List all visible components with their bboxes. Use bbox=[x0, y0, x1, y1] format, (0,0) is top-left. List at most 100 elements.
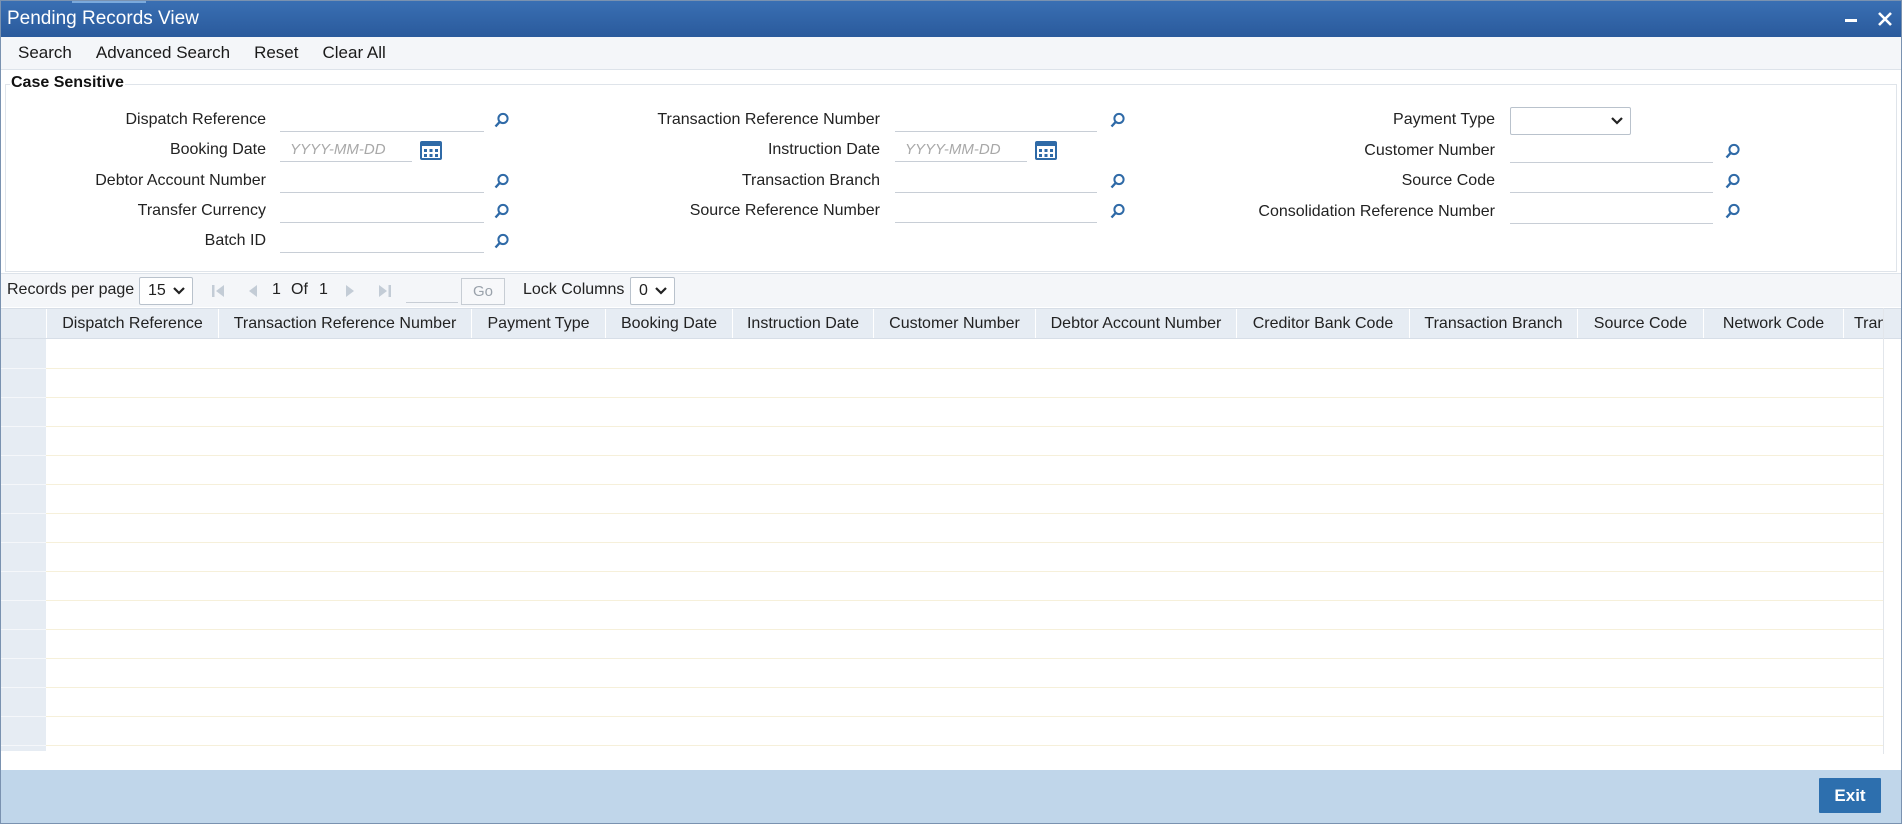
row-selector-divider bbox=[0, 600, 46, 601]
column-header[interactable]: Transaction Reference Number bbox=[219, 309, 472, 338]
lock-columns-label: Lock Columns bbox=[523, 281, 625, 298]
row-selector-divider bbox=[0, 368, 46, 369]
dispatch-reference-input[interactable] bbox=[280, 108, 484, 132]
titlebar-accent bbox=[72, 0, 146, 3]
payment-type-label: Payment Type bbox=[1393, 111, 1495, 128]
results-grid: Dispatch Reference Transaction Reference… bbox=[0, 308, 1902, 754]
transfer-currency-input[interactable] bbox=[280, 199, 484, 223]
table-row bbox=[46, 513, 1884, 514]
row-selector-divider bbox=[0, 484, 46, 485]
case-sensitive-legend: Case Sensitive bbox=[10, 74, 125, 92]
row-selector-divider bbox=[0, 397, 46, 398]
chevron-down-icon bbox=[655, 287, 667, 295]
go-button[interactable]: Go bbox=[461, 278, 505, 305]
row-selector-divider bbox=[0, 426, 46, 427]
source-code-input[interactable] bbox=[1510, 169, 1713, 193]
table-row bbox=[46, 716, 1884, 717]
records-per-page-select[interactable]: 15 bbox=[139, 277, 193, 305]
consolidation-reference-number-label: Consolidation Reference Number bbox=[1258, 203, 1495, 220]
grid-row-selector-column bbox=[0, 339, 46, 751]
table-row bbox=[46, 629, 1884, 630]
customer-number-label: Customer Number bbox=[1364, 142, 1495, 159]
reset-menu-item[interactable]: Reset bbox=[242, 43, 310, 63]
column-header[interactable]: Booking Date bbox=[606, 309, 733, 338]
transaction-branch-input[interactable] bbox=[895, 169, 1097, 193]
previous-page-icon[interactable] bbox=[244, 282, 262, 300]
customer-number-input[interactable] bbox=[1510, 139, 1713, 163]
lock-columns-value: 0 bbox=[639, 282, 648, 299]
advanced-search-menu-item[interactable]: Advanced Search bbox=[84, 43, 242, 63]
current-page-number: 1 bbox=[272, 281, 281, 298]
total-pages-number: 1 bbox=[319, 281, 328, 298]
row-selector-divider bbox=[0, 455, 46, 456]
source-code-label: Source Code bbox=[1401, 172, 1495, 189]
close-icon[interactable] bbox=[1868, 0, 1902, 37]
row-selector-divider bbox=[0, 629, 46, 630]
row-selector-divider bbox=[0, 716, 46, 717]
row-selector-divider bbox=[0, 571, 46, 572]
table-row bbox=[46, 745, 1884, 746]
debtor-account-number-input[interactable] bbox=[280, 169, 484, 193]
calendar-icon[interactable] bbox=[1034, 139, 1058, 161]
batch-id-label: Batch ID bbox=[204, 232, 266, 249]
exit-button[interactable]: Exit bbox=[1819, 778, 1881, 813]
table-row bbox=[46, 687, 1884, 688]
payment-type-select[interactable] bbox=[1510, 107, 1631, 135]
consolidation-reference-number-input[interactable] bbox=[1510, 200, 1713, 224]
dispatch-reference-label: Dispatch Reference bbox=[125, 111, 266, 128]
column-header[interactable]: Source Code bbox=[1578, 309, 1704, 338]
column-header[interactable]: Instruction Date bbox=[733, 309, 874, 338]
search-lens-icon[interactable] bbox=[493, 111, 511, 129]
first-page-icon[interactable] bbox=[209, 282, 227, 300]
search-lens-icon[interactable] bbox=[1724, 202, 1742, 220]
calendar-icon[interactable] bbox=[419, 139, 443, 161]
search-lens-icon[interactable] bbox=[1724, 142, 1742, 160]
table-row bbox=[46, 542, 1884, 543]
last-page-icon[interactable] bbox=[376, 282, 394, 300]
lock-columns-select[interactable]: 0 bbox=[630, 277, 675, 305]
table-row bbox=[46, 484, 1884, 485]
booking-date-label: Booking Date bbox=[169, 141, 266, 158]
search-lens-icon[interactable] bbox=[493, 172, 511, 190]
source-reference-number-input[interactable] bbox=[895, 199, 1097, 223]
table-row bbox=[46, 426, 1884, 427]
row-selector-divider bbox=[0, 513, 46, 514]
instruction-date-input[interactable] bbox=[895, 138, 1027, 162]
next-page-icon[interactable] bbox=[341, 282, 359, 300]
go-to-page-input[interactable] bbox=[406, 279, 458, 303]
minimize-icon[interactable] bbox=[1834, 0, 1868, 37]
column-header[interactable]: Tran bbox=[1844, 309, 1884, 338]
transaction-reference-number-input[interactable] bbox=[895, 108, 1097, 132]
search-lens-icon[interactable] bbox=[1109, 111, 1127, 129]
window-title: Pending Records View bbox=[7, 7, 199, 29]
chevron-down-icon bbox=[173, 287, 185, 295]
instruction-date-label: Instruction Date bbox=[767, 141, 880, 158]
records-per-page-label: Records per page bbox=[7, 281, 135, 298]
booking-date-input[interactable] bbox=[280, 138, 412, 162]
column-header[interactable]: Dispatch Reference bbox=[47, 309, 219, 338]
column-header[interactable]: Payment Type bbox=[472, 309, 606, 338]
search-lens-icon[interactable] bbox=[493, 232, 511, 250]
search-lens-icon[interactable] bbox=[493, 202, 511, 220]
search-lens-icon[interactable] bbox=[1724, 172, 1742, 190]
row-selector-divider bbox=[0, 745, 46, 746]
batch-id-input[interactable] bbox=[280, 229, 484, 253]
search-menu-item[interactable]: Search bbox=[6, 43, 84, 63]
column-header[interactable]: Transaction Branch bbox=[1410, 309, 1578, 338]
column-header[interactable]: Customer Number bbox=[874, 309, 1036, 338]
column-header[interactable]: Debtor Account Number bbox=[1036, 309, 1237, 338]
search-lens-icon[interactable] bbox=[1109, 202, 1127, 220]
debtor-account-number-label: Debtor Account Number bbox=[95, 172, 266, 189]
column-header[interactable]: Network Code bbox=[1704, 309, 1844, 338]
grid-header: Dispatch Reference Transaction Reference… bbox=[0, 308, 1902, 339]
grid-select-all-header[interactable] bbox=[0, 309, 47, 338]
clear-all-menu-item[interactable]: Clear All bbox=[311, 43, 398, 63]
table-row bbox=[46, 455, 1884, 456]
of-label: Of bbox=[291, 281, 308, 298]
row-selector-divider bbox=[0, 687, 46, 688]
column-header[interactable]: Creditor Bank Code bbox=[1237, 309, 1410, 338]
pagination-bar: Records per page 15 1 Of 1 Go Lock Colum… bbox=[0, 273, 1902, 307]
table-row bbox=[46, 571, 1884, 572]
search-lens-icon[interactable] bbox=[1109, 172, 1127, 190]
row-selector-divider bbox=[0, 658, 46, 659]
